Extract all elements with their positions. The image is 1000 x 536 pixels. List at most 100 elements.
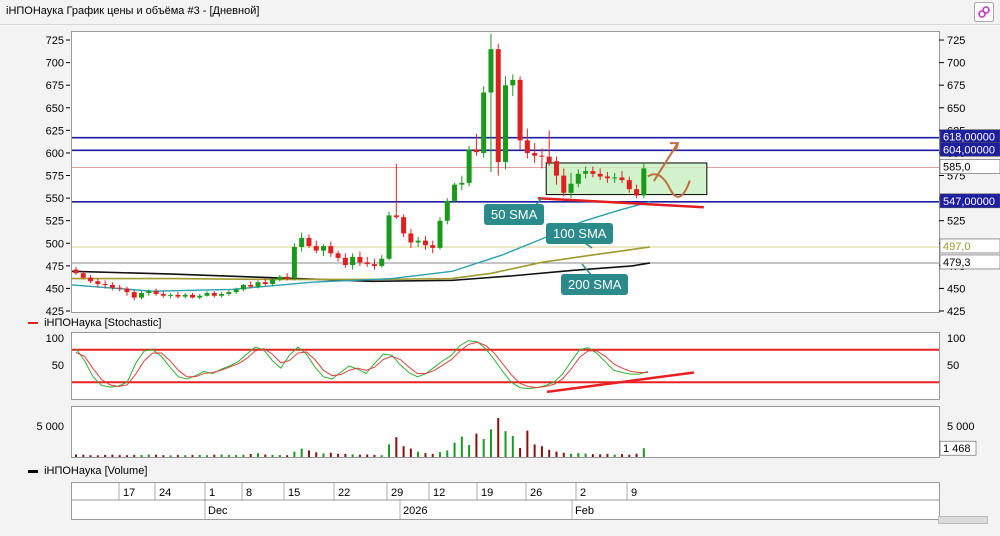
price-tag-level-604-label: 604,00000 <box>943 144 995 156</box>
candle-body <box>481 92 487 154</box>
candle-body <box>524 140 530 154</box>
price-left-tick: 550 <box>46 193 64 205</box>
candle-body <box>473 149 479 153</box>
candle-body <box>532 153 538 156</box>
candle-body <box>211 293 217 296</box>
candle-body <box>153 291 159 294</box>
volume-bar <box>75 454 77 457</box>
price-left-tick: 675 <box>46 80 64 92</box>
candle-body <box>117 287 123 289</box>
volume-legend-swatch <box>28 469 38 473</box>
candle-body <box>597 173 603 177</box>
price-left-tick: 450 <box>46 283 64 295</box>
volume-bar <box>409 448 412 457</box>
volume-bar <box>635 453 638 457</box>
volume-pane[interactable] <box>71 406 940 458</box>
volume-legend: iНПОНаука [Volume] <box>28 465 147 477</box>
volume-bar <box>96 455 99 457</box>
horizontal-scrollbar[interactable] <box>938 516 988 524</box>
candle-body <box>73 269 79 274</box>
candle-body <box>546 156 552 163</box>
candle-body <box>437 220 443 248</box>
date-axis-month-label: Dec <box>208 505 228 517</box>
stochastic-left-axis: 100 50 <box>46 333 64 372</box>
volume-bar <box>213 454 216 457</box>
date-axis-month-label: 2026 <box>403 505 427 517</box>
candle-body <box>226 292 232 294</box>
volume-bar <box>104 454 107 457</box>
candle-body <box>415 240 421 243</box>
candle-body <box>386 215 392 259</box>
price-right-tick: 675 <box>947 80 965 92</box>
candle-body <box>102 284 108 285</box>
stochastic-pane[interactable] <box>71 332 940 400</box>
candle-body <box>233 289 239 293</box>
volume-legend-label: iНПОНаука [Volume] <box>44 465 148 477</box>
candle-body <box>299 237 305 247</box>
candle-body <box>240 284 246 290</box>
candle-body <box>139 293 145 298</box>
candle-body <box>393 215 399 218</box>
candle-body <box>175 294 181 297</box>
candle-body <box>88 277 94 282</box>
volume-bar <box>540 446 543 457</box>
volume-bar <box>315 452 318 457</box>
candle-body <box>350 256 356 266</box>
price-right-axis: 7257006756506256005755505255004754504256… <box>939 35 1000 317</box>
date-axis-day-label: 1 <box>209 487 215 499</box>
candle-body <box>291 246 297 278</box>
volume-left-axis: 5 000 <box>36 421 64 433</box>
candle-body <box>321 246 327 251</box>
volume-bar <box>358 454 361 457</box>
volume-bar <box>184 455 187 457</box>
candle-body <box>124 288 130 293</box>
price-pane[interactable] <box>71 31 940 313</box>
price-tag-last-price-label: 585,0 <box>943 161 971 173</box>
stochastic-legend-label: iНПОНаука [Stochastic] <box>44 317 162 329</box>
candle-body <box>575 173 581 184</box>
volume-bar <box>453 442 456 457</box>
candle-body <box>517 79 523 141</box>
price-left-tick: 700 <box>46 58 64 70</box>
candle-body <box>80 273 86 278</box>
price-tag-level-618-label: 618,00000 <box>943 132 995 144</box>
volume-bar <box>446 450 449 457</box>
candle-body <box>313 246 319 251</box>
candle-body <box>422 240 428 246</box>
price-tag-sma200-value-label: 479,3 <box>943 257 971 269</box>
volume-bar <box>584 453 587 457</box>
date-axis-day-label: 12 <box>433 487 445 499</box>
sma200-callout: 200 SMA <box>561 274 629 295</box>
volume-bar <box>511 436 514 457</box>
volume-bar <box>82 454 85 457</box>
candle-body <box>619 177 625 181</box>
price-right-tick: 700 <box>947 58 965 70</box>
window-title: iНПОНаука График цены и объёма #3 - [Дне… <box>6 5 260 17</box>
candle-body <box>612 177 618 179</box>
volume-bar <box>227 454 230 457</box>
price-left-tick: 650 <box>46 103 64 115</box>
volume-bar <box>89 455 92 457</box>
volume-bar <box>613 454 616 457</box>
stochastic-right-tick: 50 <box>947 360 959 372</box>
price-left-tick: 725 <box>46 35 64 47</box>
volume-bar <box>176 455 179 457</box>
volume-bar <box>402 446 405 457</box>
volume-bar <box>388 444 391 457</box>
candle-body <box>371 264 377 266</box>
sma50-callout: 50 SMA <box>484 204 545 225</box>
price-right-tick: 650 <box>947 103 965 115</box>
price-right-tick: 525 <box>947 216 965 228</box>
candle-body <box>342 257 348 266</box>
pin-icon[interactable] <box>974 2 994 22</box>
volume-bar <box>155 454 158 457</box>
price-left-tick: 575 <box>46 171 64 183</box>
date-axis[interactable]: 17 24 1 8 15 22 29 12 19 26 2 9 Dec 2026 Feb <box>71 482 940 520</box>
volume-bar <box>125 455 128 457</box>
candle-body <box>379 258 385 266</box>
date-axis-day-label: 2 <box>580 487 586 499</box>
volume-bar <box>621 454 623 457</box>
candle-body <box>357 256 363 263</box>
price-left-tick: 525 <box>46 216 64 228</box>
volume-bar <box>395 437 398 457</box>
